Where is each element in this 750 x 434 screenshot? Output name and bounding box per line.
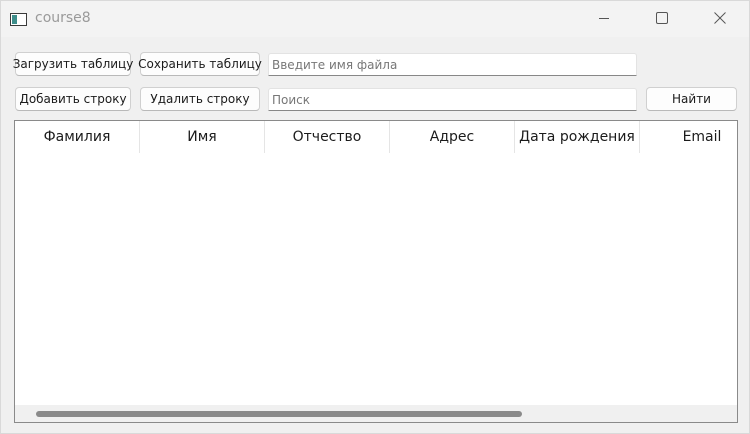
column-header-email[interactable]: Email (640, 121, 737, 153)
minimize-icon (599, 18, 609, 19)
column-header-address[interactable]: Адрес (390, 121, 515, 153)
delete-row-button[interactable]: Удалить строку (140, 87, 260, 111)
window-title: course8 (35, 10, 91, 26)
main-window: course8 Загрузить таблицу Сохранить табл… (0, 0, 750, 434)
table-header: Фамилия Имя Отчество Адрес Дата рождения… (15, 121, 737, 153)
minimize-button[interactable] (575, 1, 633, 35)
column-header-patronymic[interactable]: Отчество (265, 121, 390, 153)
search-placeholder: Поиск (272, 92, 311, 107)
search-input[interactable]: Поиск (268, 88, 637, 111)
title-bar[interactable]: course8 (1, 1, 749, 37)
close-icon (714, 12, 726, 24)
horizontal-scrollbar[interactable] (15, 405, 737, 422)
column-header-name[interactable]: Имя (140, 121, 265, 153)
scrollbar-thumb[interactable] (36, 411, 522, 417)
find-button[interactable]: Найти (646, 87, 737, 111)
maximize-icon (656, 12, 668, 24)
load-table-button[interactable]: Загрузить таблицу (13, 52, 133, 76)
app-window-icon (10, 11, 27, 26)
data-table[interactable]: Фамилия Имя Отчество Адрес Дата рождения… (14, 120, 738, 423)
maximize-button[interactable] (633, 1, 691, 35)
filename-input[interactable]: Введите имя файла (268, 53, 637, 76)
save-table-button[interactable]: Сохранить таблицу (138, 52, 262, 76)
close-button[interactable] (691, 1, 749, 35)
add-row-button[interactable]: Добавить строку (15, 87, 131, 111)
filename-placeholder: Введите имя файла (272, 57, 398, 72)
column-header-surname[interactable]: Фамилия (15, 121, 140, 153)
column-header-birthdate[interactable]: Дата рождения (515, 121, 640, 153)
